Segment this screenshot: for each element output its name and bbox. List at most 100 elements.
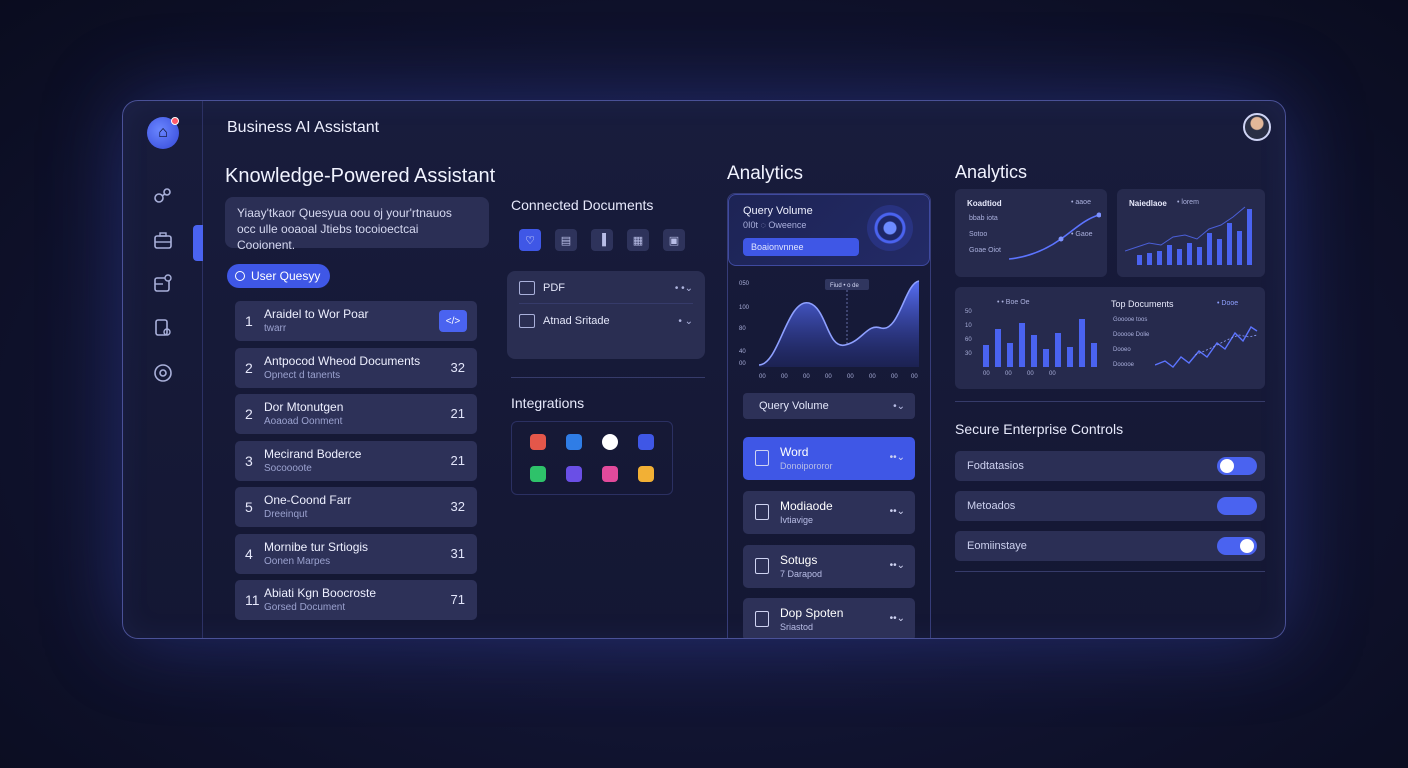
query-volume-select[interactable]: Query Volume •⌄ (743, 393, 915, 419)
query-volume-subtitle: 0I0t ◌ Oweence (743, 220, 807, 230)
chevron-down-icon[interactable]: ••⌄ (890, 452, 905, 463)
document-menu-icon[interactable]: • ⌄ (678, 316, 693, 327)
document-row[interactable]: Atnad Sritade • ⌄ (519, 306, 693, 336)
sidebar: ⌂ (123, 101, 203, 638)
query-volume-chart: 050 100 80 40 00 Fiud • o de 00 00 00 00… (739, 279, 920, 380)
user-query-badge[interactable]: User Quesyy (227, 264, 331, 288)
list-item[interactable]: 4 Mornibe tur Srtiogis Oonen Marpes 31 (235, 533, 477, 574)
top-document-item: Dooooe Dolie (1113, 332, 1150, 338)
list-item[interactable]: 3 Mecirand Boderce Socoooote 21 (235, 440, 477, 481)
badge-integration-icon[interactable] (566, 466, 582, 482)
bar (1207, 233, 1212, 265)
item-number: 11 (245, 592, 260, 608)
query-volume-button[interactable]: Boaionvnnee (743, 238, 859, 256)
nav-active-indicator (193, 225, 203, 261)
area-series (759, 281, 919, 367)
x-tick: 00 (847, 374, 854, 380)
item-title: Araidel to Wor Poar (264, 307, 369, 321)
assistant-prompt[interactable]: Yiaay'tkaor Quesyua oou oj your'rtnauos … (225, 197, 489, 252)
list-item[interactable]: 11 Abiati Kgn Boocroste Gorsed Document … (235, 580, 477, 620)
list-item[interactable]: 5 One-Coond Farr Dreeinqut 32 (235, 487, 477, 527)
team-source-icon[interactable]: ▦ (627, 229, 649, 251)
bar (1031, 335, 1037, 367)
chevron-down-icon[interactable]: ••⌄ (890, 560, 905, 571)
x-tick: 00 (891, 374, 898, 380)
briefcase-icon[interactable] (151, 229, 175, 253)
check-integration-icon[interactable] (602, 434, 618, 450)
bar-source-icon[interactable]: ▐ (591, 229, 613, 251)
query-volume-card[interactable]: Query Volume 0I0t ◌ Oweence Boaionvnnee (728, 194, 930, 266)
item-number: 2 (245, 406, 253, 422)
file-type-card[interactable]: Word Donoipororor ••⌄ (743, 437, 915, 480)
divider (519, 303, 693, 304)
item-title: Mornibe tur Srtiogis (264, 539, 369, 554)
integrations-grid (511, 421, 673, 495)
code-icon[interactable]: </> (439, 310, 467, 332)
list-item[interactable]: 2 Antpocod Wheod Documents Opnect d tane… (235, 347, 477, 388)
bar (1043, 349, 1049, 367)
bar (1147, 253, 1152, 265)
item-count: 32 (450, 499, 465, 514)
notification-dot (171, 117, 179, 125)
lock-integration-icon[interactable] (530, 466, 546, 482)
item-number: 4 (245, 545, 253, 562)
gem-integration-icon[interactable] (638, 466, 654, 482)
bar (1197, 247, 1202, 265)
analytics-card[interactable]: Naiedlaoe • lorem (1117, 189, 1265, 277)
chat-source-icon[interactable]: ♡ (519, 229, 541, 251)
document-search-icon[interactable] (151, 316, 175, 340)
control-row: Eomiinstaye (955, 531, 1265, 561)
analytics-card-wide[interactable]: • • Boe Oe 50 10 60 30 00 00 00 00 Top D… (955, 287, 1265, 389)
toggle-switch[interactable] (1217, 457, 1257, 475)
chart-icon[interactable] (151, 272, 175, 296)
bar (1055, 333, 1061, 367)
vk-integration-icon[interactable] (566, 434, 582, 450)
file-type-name: Modiaode (780, 499, 833, 513)
document-row[interactable]: PDF • •⌄ (519, 273, 693, 303)
ai-orb-icon (867, 205, 913, 251)
grouped-bar-chart (983, 319, 1097, 367)
toggle-switch[interactable] (1217, 497, 1257, 515)
grid-source-icon[interactable]: ▣ (663, 229, 685, 251)
y-tick: 100 (739, 305, 750, 311)
chevron-down-icon: •⌄ (893, 400, 905, 412)
y-tick: 40 (739, 349, 746, 355)
bar (1227, 223, 1232, 265)
tooltip-text: Fiud • o de (830, 283, 859, 289)
list-item[interactable]: 1 Araidel to Wor Poar twarr </> (235, 301, 477, 341)
network-icon[interactable] (151, 184, 175, 208)
item-number: 2 (245, 359, 253, 376)
user-query-label: User Quesyy (251, 269, 321, 283)
bar (1237, 231, 1242, 265)
document-menu-icon[interactable]: • •⌄ (675, 283, 693, 294)
sparkline-point (1096, 212, 1101, 218)
toggle-switch[interactable] (1217, 537, 1257, 555)
control-label: Fodtatasios (967, 460, 1024, 472)
at-icon[interactable] (151, 361, 175, 385)
user-avatar[interactable] (1243, 113, 1271, 141)
analytics-card[interactable]: Koadtiod • aaoe bbab iota Sotoo Goae Oio… (955, 189, 1107, 277)
x-tick: 00 (1027, 371, 1034, 377)
app-logo[interactable]: ⌂ (147, 117, 179, 149)
y-tick: 30 (965, 351, 972, 357)
doc-integration-icon[interactable] (602, 466, 618, 482)
list-item[interactable]: 2 Dor Mtonutgen Aoaoad Oonment 21 (235, 394, 477, 434)
file-type-name: Word (780, 445, 809, 459)
item-number: 5 (245, 499, 253, 515)
document-icon (755, 504, 769, 520)
bar (1157, 251, 1162, 265)
toggle-knob (1240, 539, 1254, 553)
item-title: One-Coond Farr (264, 493, 352, 507)
file-source-icon[interactable]: ▤ (555, 229, 577, 251)
chevron-down-icon[interactable]: ••⌄ (890, 506, 905, 517)
shield-integration-icon[interactable] (638, 434, 654, 450)
file-type-card[interactable]: Modiaode Ivtiavige ••⌄ (743, 491, 915, 534)
item-subtitle: Oonen Marpes (264, 555, 331, 567)
item-number: 3 (245, 452, 253, 469)
file-type-card[interactable]: Dop Spoten Sriastod ••⌄ (743, 598, 915, 638)
chevron-down-icon[interactable]: ••⌄ (890, 613, 905, 624)
file-type-card[interactable]: Sotugs 7 Darapod ••⌄ (743, 545, 915, 588)
mail-integration-icon[interactable] (530, 434, 546, 450)
item-number: 1 (245, 313, 253, 329)
card-tag: • aaoe (1071, 199, 1091, 206)
